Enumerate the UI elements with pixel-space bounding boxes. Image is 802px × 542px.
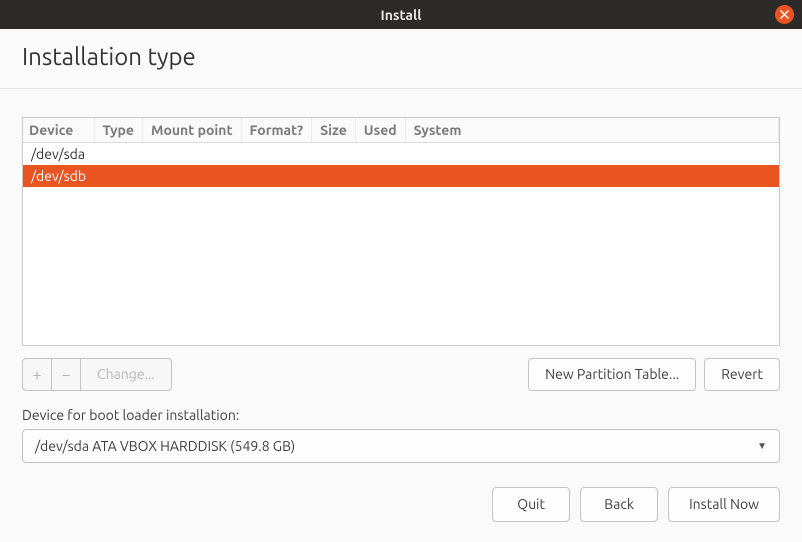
install-now-button[interactable]: Install Now: [668, 487, 780, 522]
col-system[interactable]: System: [405, 118, 778, 143]
cell-used: [355, 165, 405, 187]
cell-device: /dev/sdb: [23, 165, 94, 187]
col-used[interactable]: Used: [355, 118, 405, 143]
divider: [0, 88, 802, 89]
table-header-row: Device Type Mount point Format? Size Use…: [23, 118, 779, 143]
cell-type: [94, 165, 142, 187]
bootloader-label: Device for boot loader installation:: [22, 407, 780, 423]
chevron-down-icon: ▼: [757, 440, 767, 452]
cell-mount: [142, 143, 241, 166]
col-device[interactable]: Device: [23, 118, 94, 143]
partition-toolbar: + − Change... New Partition Table... Rev…: [22, 358, 780, 391]
cell-type: [94, 143, 142, 166]
col-size[interactable]: Size: [312, 118, 356, 143]
add-partition-button[interactable]: +: [22, 358, 52, 391]
window-title: Install: [0, 7, 802, 23]
close-button[interactable]: [775, 5, 794, 24]
close-icon: [780, 10, 789, 19]
page-title: Installation type: [22, 29, 780, 88]
cell-size: [312, 143, 356, 166]
change-partition-button[interactable]: Change...: [80, 358, 172, 391]
cell-mount: [142, 165, 241, 187]
bootloader-selected-value: /dev/sda ATA VBOX HARDDISK (549.8 GB): [35, 438, 757, 454]
titlebar: Install: [0, 0, 802, 29]
cell-system: [405, 165, 778, 187]
table-row[interactable]: /dev/sdb: [23, 165, 779, 187]
col-mount[interactable]: Mount point: [142, 118, 241, 143]
cell-size: [312, 165, 356, 187]
cell-format: [241, 165, 312, 187]
bootloader-device-select[interactable]: /dev/sda ATA VBOX HARDDISK (549.8 GB) ▼: [22, 429, 780, 463]
footer-buttons: Quit Back Install Now: [22, 487, 780, 522]
back-button[interactable]: Back: [580, 487, 658, 522]
edit-button-group: + − Change...: [22, 358, 172, 391]
cell-format: [241, 143, 312, 166]
revert-button[interactable]: Revert: [704, 358, 780, 391]
cell-device: /dev/sda: [23, 143, 94, 166]
table-row[interactable]: /dev/sda: [23, 143, 779, 166]
col-format[interactable]: Format?: [241, 118, 312, 143]
content-area: Installation type Device Type Mount poin…: [0, 29, 802, 542]
partition-table[interactable]: Device Type Mount point Format? Size Use…: [22, 117, 780, 346]
col-type[interactable]: Type: [94, 118, 142, 143]
cell-system: [405, 143, 778, 166]
remove-partition-button[interactable]: −: [51, 358, 81, 391]
quit-button[interactable]: Quit: [492, 487, 570, 522]
new-partition-table-button[interactable]: New Partition Table...: [528, 358, 696, 391]
cell-used: [355, 143, 405, 166]
